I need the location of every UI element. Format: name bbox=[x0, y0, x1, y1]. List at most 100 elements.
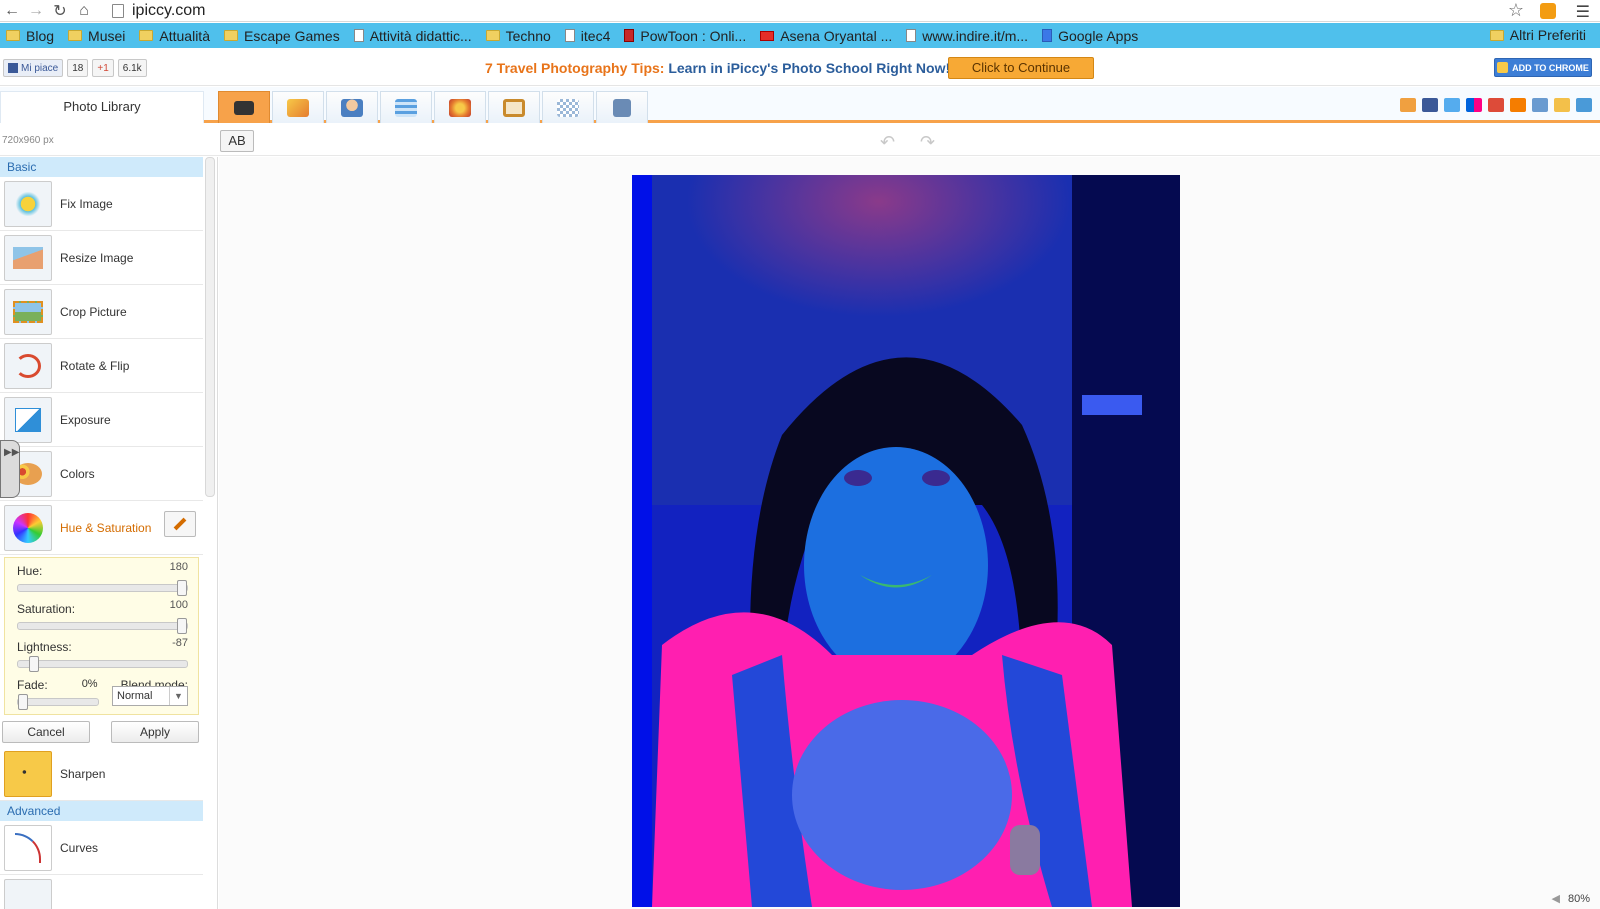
bookmark-google-apps[interactable]: Google Apps bbox=[1042, 28, 1138, 44]
promo-strip: Mi piace 18 +1 6.1k 7 Travel Photography… bbox=[0, 49, 1600, 86]
instagram-icon[interactable] bbox=[1532, 98, 1548, 112]
saturation-row: Saturation: 100 bbox=[17, 599, 188, 616]
bookmark-attualita[interactable]: Attualità bbox=[139, 28, 210, 44]
zoom-value: 80% bbox=[1567, 893, 1590, 905]
panel-collapse-handle[interactable]: ▶▶ bbox=[0, 440, 20, 498]
bookmark-indire[interactable]: www.indire.it/m... bbox=[906, 28, 1028, 44]
bookmark-powtoon[interactable]: PowToon : Onli... bbox=[624, 28, 746, 44]
share-count: 6.1k bbox=[117, 59, 147, 77]
bookmark-attivita[interactable]: Attività didattic... bbox=[353, 28, 472, 44]
email-icon[interactable] bbox=[1554, 98, 1570, 112]
lightness-slider-knob[interactable] bbox=[29, 656, 39, 672]
gplus-button[interactable]: +1 bbox=[92, 59, 114, 77]
home-icon[interactable] bbox=[1400, 98, 1416, 112]
saturation-slider[interactable] bbox=[17, 618, 188, 634]
twitter-icon[interactable] bbox=[1444, 98, 1460, 112]
bookmark-musei[interactable]: Musei bbox=[68, 28, 125, 44]
tool-label: Colors bbox=[60, 466, 95, 481]
page-icon bbox=[353, 29, 364, 42]
url-text[interactable]: ipiccy.com bbox=[132, 2, 206, 20]
fade-slider[interactable] bbox=[17, 694, 99, 710]
tab-effects[interactable] bbox=[272, 91, 324, 123]
lightness-row: Lightness: -87 bbox=[17, 637, 188, 654]
tab-retouch[interactable] bbox=[326, 91, 378, 123]
facebook-like-button[interactable]: Mi piace bbox=[3, 59, 64, 77]
tool-label: Curves bbox=[60, 840, 99, 855]
zoom-level[interactable]: ◀ 80% bbox=[1552, 892, 1591, 905]
exposure-icon bbox=[4, 396, 52, 443]
photo-image bbox=[632, 175, 1180, 907]
section-advanced[interactable]: Advanced bbox=[0, 801, 203, 821]
bookmark-label: Altri Preferiti bbox=[1509, 27, 1586, 43]
url-field[interactable]: ipiccy.com bbox=[112, 1, 1542, 21]
hue-row: Hue: 180 bbox=[17, 561, 188, 578]
apply-button[interactable]: Apply bbox=[111, 721, 199, 743]
fade-group: Fade: 0% bbox=[17, 678, 98, 692]
bookmark-label: Blog bbox=[26, 27, 55, 44]
bookmark-asena[interactable]: Asena Oryantal ... bbox=[760, 28, 892, 44]
tab-frames[interactable] bbox=[488, 91, 540, 123]
tools-panel: Basic Fix Image Resize Image Crop Pictur… bbox=[0, 157, 218, 909]
facebook-icon[interactable] bbox=[1422, 98, 1438, 112]
hue-slider-knob[interactable] bbox=[177, 580, 187, 596]
tool-curves[interactable]: Curves bbox=[0, 821, 203, 875]
brush-button[interactable] bbox=[164, 511, 196, 537]
tool-sharpen[interactable]: Sharpen bbox=[0, 747, 203, 801]
bookmark-escape-games[interactable]: Escape Games bbox=[223, 28, 340, 44]
lightness-slider[interactable] bbox=[17, 656, 188, 672]
tool-next-icon bbox=[4, 878, 52, 909]
tool-fix-image[interactable]: Fix Image bbox=[0, 177, 203, 231]
redo-icon[interactable]: ↷ bbox=[920, 132, 935, 153]
blogger-icon[interactable] bbox=[1510, 98, 1526, 112]
tool-next[interactable] bbox=[0, 875, 203, 909]
rss-icon[interactable] bbox=[1540, 3, 1556, 19]
undo-icon[interactable]: ↶ bbox=[880, 132, 895, 153]
back-icon[interactable]: ← bbox=[0, 0, 24, 22]
flickr-icon[interactable] bbox=[1466, 98, 1482, 112]
tool-hue-saturation[interactable]: Hue & Saturation bbox=[0, 501, 203, 555]
bookmark-techno[interactable]: Techno bbox=[485, 28, 551, 44]
tab-paint[interactable] bbox=[434, 91, 486, 123]
gplus-label: +1 bbox=[97, 62, 109, 74]
bookmark-other[interactable]: Altri Preferiti bbox=[1489, 27, 1586, 43]
bookmark-star-icon[interactable]: ☆ bbox=[1508, 0, 1524, 21]
section-basic[interactable]: Basic bbox=[0, 157, 203, 177]
fade-slider-knob[interactable] bbox=[18, 694, 28, 710]
reload-icon[interactable]: ↻ bbox=[48, 0, 72, 22]
tool-rotate-flip[interactable]: Rotate & Flip bbox=[0, 339, 203, 393]
google-apps-icon bbox=[1042, 29, 1053, 42]
fullscreen-icon[interactable] bbox=[1576, 98, 1592, 112]
continue-button[interactable]: Click to Continue bbox=[948, 57, 1094, 79]
google-icon[interactable] bbox=[1488, 98, 1504, 112]
bookmark-itec4[interactable]: itec4 bbox=[564, 28, 610, 44]
tab-textures[interactable] bbox=[542, 91, 594, 123]
curves-icon bbox=[4, 824, 52, 871]
tab-photo-library[interactable]: Photo Library bbox=[0, 91, 204, 123]
cancel-button[interactable]: Cancel bbox=[2, 721, 90, 743]
home-icon[interactable]: ⌂ bbox=[72, 0, 96, 22]
tool-resize-image[interactable]: Resize Image bbox=[0, 231, 203, 285]
blend-mode-select[interactable]: Normal ▼ bbox=[112, 686, 188, 706]
magic-wand-icon bbox=[287, 98, 309, 117]
tool-crop-picture[interactable]: Crop Picture bbox=[0, 285, 203, 339]
saturation-slider-knob[interactable] bbox=[177, 618, 187, 634]
tool-exposure[interactable]: Exposure bbox=[0, 393, 203, 447]
tool-colors[interactable]: Colors bbox=[0, 447, 203, 501]
tool-label: Rotate & Flip bbox=[60, 358, 130, 373]
forward-icon[interactable]: → bbox=[24, 0, 48, 22]
tab-basic-edit[interactable] bbox=[218, 91, 270, 123]
adjust-buttons: Cancel Apply bbox=[2, 721, 199, 743]
compare-button[interactable]: AB bbox=[220, 130, 254, 152]
tab-layers[interactable] bbox=[380, 91, 432, 123]
tab-save[interactable] bbox=[596, 91, 648, 123]
promo-message[interactable]: 7 Travel Photography Tips: Learn in iPic… bbox=[485, 60, 950, 76]
panel-scrollbar[interactable] bbox=[205, 157, 215, 497]
hue-slider[interactable] bbox=[17, 580, 188, 596]
add-to-chrome-button[interactable]: ADD TO CHROME bbox=[1494, 58, 1592, 77]
bookmarks-bar: Blog Musei Attualità Escape Games Attivi… bbox=[0, 23, 1600, 48]
menu-icon[interactable]: ☰ bbox=[1576, 2, 1590, 22]
edited-photo[interactable] bbox=[632, 175, 1180, 907]
bookmark-blog[interactable]: Blog bbox=[6, 28, 54, 44]
share-icons bbox=[1400, 98, 1592, 112]
collapse-arrow-icon: ▶▶ bbox=[4, 447, 20, 458]
